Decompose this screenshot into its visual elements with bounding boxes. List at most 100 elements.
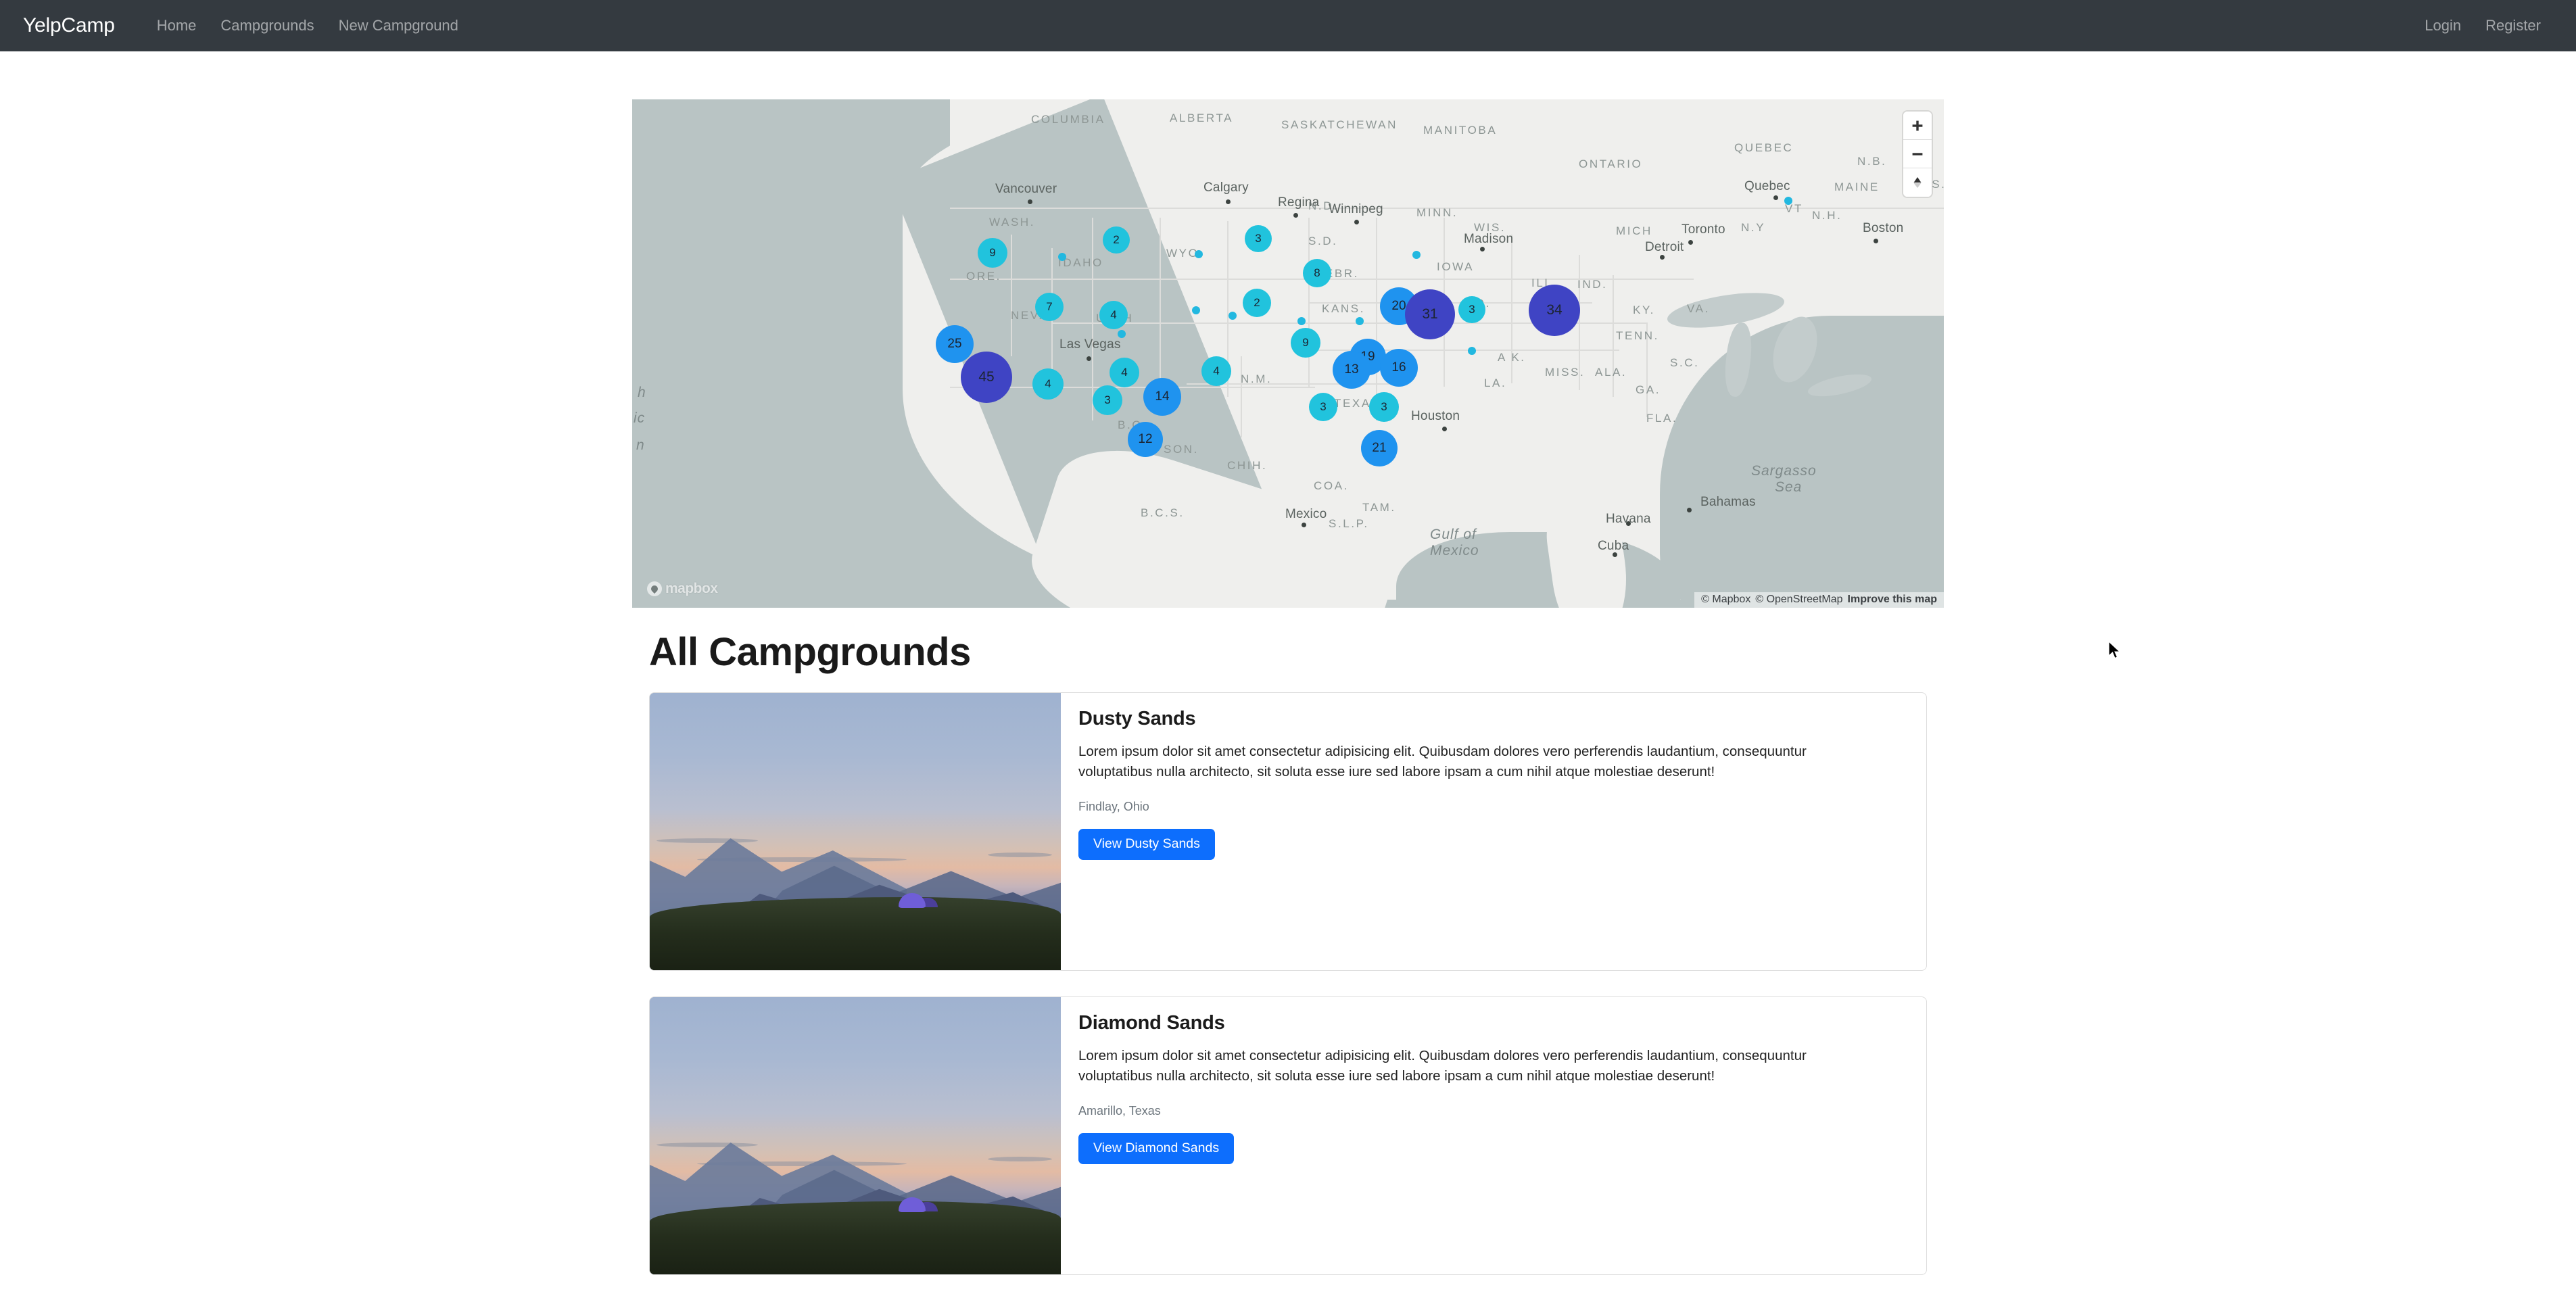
map-city-dot	[1626, 521, 1631, 526]
map-cluster-marker[interactable]: 3	[1245, 225, 1272, 252]
map-cluster-marker[interactable]: 25	[936, 325, 974, 363]
campground-list: Dusty Sands Lorem ipsum dolor sit amet co…	[632, 692, 1944, 1298]
map-city-dot	[1480, 247, 1485, 251]
map-point-marker[interactable]	[1297, 317, 1306, 325]
thumbnail-cloud	[657, 838, 758, 843]
cluster-count: 8	[1314, 266, 1320, 279]
map-cluster-marker[interactable]: 4	[1110, 358, 1139, 387]
map-city-dot	[1226, 199, 1231, 204]
map-border-line	[1011, 235, 1012, 356]
map-cluster-marker[interactable]: 4	[1201, 356, 1231, 386]
mouse-cursor	[2108, 641, 2121, 659]
attribution-osm[interactable]: © OpenStreetMap	[1755, 594, 1842, 606]
map-cluster-marker[interactable]: 3	[1369, 392, 1399, 422]
cluster-count: 13	[1344, 362, 1359, 377]
map-point-marker[interactable]	[1058, 253, 1066, 261]
cluster-count: 31	[1422, 306, 1438, 322]
campground-card[interactable]: Diamond Sands Lorem ipsum dolor sit amet …	[649, 996, 1927, 1275]
map-cluster-marker[interactable]: 7	[1035, 293, 1064, 321]
nav-link-login[interactable]: Login	[2412, 17, 2473, 34]
nav-primary-links: Home Campgrounds New Campground	[145, 17, 471, 34]
cluster-count: 2	[1254, 296, 1260, 309]
map-point-marker[interactable]	[1192, 306, 1200, 314]
map-point-marker[interactable]	[1412, 251, 1421, 259]
brand-logo[interactable]: YelpCamp	[23, 14, 115, 37]
thumbnail-cloud	[988, 1157, 1052, 1161]
cluster-count: 3	[1469, 303, 1475, 316]
map-cluster-marker[interactable]: 9	[978, 238, 1007, 268]
map-cluster-marker[interactable]: 9	[1291, 328, 1320, 358]
map-point-marker[interactable]	[1118, 330, 1126, 338]
thumbnail-foreground	[650, 1201, 1061, 1274]
top-navbar: YelpCamp Home Campgrounds New Campground…	[0, 0, 2576, 51]
nav-link-campgrounds[interactable]: Campgrounds	[208, 17, 326, 34]
map-city-dot	[1660, 255, 1665, 260]
map-cluster-marker[interactable]: 8	[1303, 259, 1331, 287]
nav-link-register[interactable]: Register	[2473, 17, 2553, 34]
map-cluster-marker[interactable]: 4	[1032, 368, 1064, 400]
cluster-count: 7	[1046, 300, 1053, 313]
cluster-count: 12	[1138, 432, 1153, 446]
campground-description: Lorem ipsum dolor sit amet consectetur a…	[1078, 1048, 1807, 1084]
map-point-marker[interactable]	[1356, 317, 1364, 325]
nav-auth-links: Login Register	[2412, 17, 2553, 34]
cluster-count: 4	[1110, 308, 1117, 321]
map-point-marker[interactable]	[1195, 250, 1203, 258]
map-cluster-marker[interactable]: 3	[1458, 296, 1485, 323]
map-cluster-marker[interactable]: 2	[1243, 289, 1271, 317]
map-point-marker[interactable]	[1784, 197, 1792, 205]
map-cluster-marker[interactable]: 2	[1103, 226, 1130, 254]
mapbox-mark-icon	[647, 581, 662, 596]
map-border-line	[1511, 235, 1512, 383]
map-cluster-marker[interactable]: 3	[1093, 385, 1122, 415]
map-city-dot	[1087, 356, 1091, 361]
campground-title: Diamond Sands	[1078, 1012, 1225, 1034]
map-border-line	[1160, 218, 1161, 390]
attribution-improve-map[interactable]: Improve this map	[1848, 594, 1937, 606]
page-title: All Campgrounds	[649, 630, 971, 674]
zoom-out-button[interactable]	[1903, 140, 1932, 168]
map-cluster-marker[interactable]: 4	[1099, 301, 1128, 329]
thumbnail-cloud	[988, 852, 1052, 857]
map-border-line	[1646, 322, 1648, 417]
cluster-count: 4	[1121, 366, 1128, 379]
map-cluster-marker[interactable]: 13	[1333, 351, 1370, 389]
minus-icon	[1912, 152, 1923, 155]
map-zoom-controls	[1903, 112, 1932, 197]
map-cluster-marker[interactable]: 12	[1128, 422, 1163, 457]
thumbnail-cloud	[657, 1143, 758, 1147]
map-point-marker[interactable]	[1229, 312, 1237, 320]
map-point-marker[interactable]	[1468, 347, 1476, 355]
zoom-in-button[interactable]	[1903, 112, 1932, 140]
campground-location: Amarillo, Texas	[1078, 1104, 1161, 1118]
nav-link-home[interactable]: Home	[145, 17, 209, 34]
map-border-line	[1241, 356, 1242, 437]
map-city-dot	[1874, 239, 1878, 243]
compass-button[interactable]	[1903, 168, 1932, 197]
campground-card-body: Dusty Sands Lorem ipsum dolor sit amet co…	[1061, 693, 1926, 970]
map-cluster-marker[interactable]: 14	[1143, 378, 1181, 416]
map-city-dot	[1773, 195, 1778, 200]
map-cluster-marker[interactable]: 16	[1380, 349, 1418, 387]
map-cluster-marker[interactable]: 34	[1529, 285, 1580, 336]
attribution-mapbox[interactable]: © Mapbox	[1701, 594, 1750, 606]
campground-title: Dusty Sands	[1078, 708, 1196, 729]
map-cluster-marker[interactable]: 21	[1361, 430, 1398, 466]
map-cluster-marker[interactable]: 45	[961, 352, 1012, 403]
map-city-dot	[1302, 523, 1306, 527]
map-border-line	[1092, 218, 1093, 420]
cluster-count: 3	[1104, 393, 1111, 406]
cluster-map[interactable]: COLUMBIA ALBERTA SASKATCHEWAN MANITOBA ONTAR…	[632, 99, 1944, 608]
view-campground-button[interactable]: View Dusty Sands	[1078, 829, 1215, 861]
view-campground-button[interactable]: View Diamond Sands	[1078, 1133, 1235, 1165]
mapbox-logo[interactable]: mapbox	[647, 581, 718, 597]
page-body: COLUMBIA ALBERTA SASKATCHEWAN MANITOBA ONTAR…	[0, 51, 2576, 1298]
map-cluster-marker[interactable]: 3	[1309, 393, 1337, 421]
cluster-count: 14	[1155, 389, 1170, 404]
campground-card[interactable]: Dusty Sands Lorem ipsum dolor sit amet co…	[649, 692, 1927, 971]
nav-link-new-campground[interactable]: New Campground	[327, 17, 471, 34]
map-cluster-marker[interactable]: 31	[1405, 289, 1455, 339]
campground-card-body: Diamond Sands Lorem ipsum dolor sit amet …	[1061, 997, 1926, 1274]
cluster-count: 34	[1546, 302, 1563, 318]
cluster-count: 3	[1381, 400, 1387, 413]
